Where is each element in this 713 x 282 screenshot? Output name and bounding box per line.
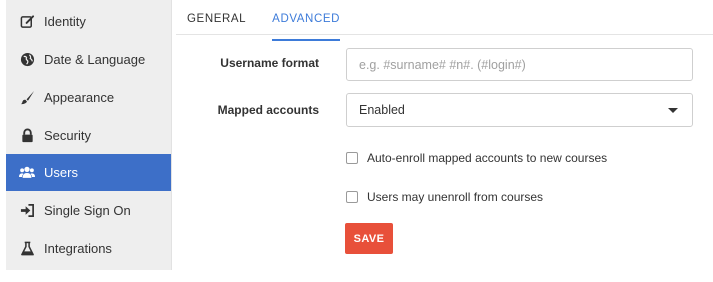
sidebar-item-label: Users xyxy=(44,165,78,180)
username-format-input[interactable] xyxy=(346,48,693,81)
sidebar-item-users[interactable]: Users xyxy=(6,154,171,191)
auto-enroll-label[interactable]: Auto-enroll mapped accounts to new cours… xyxy=(367,151,607,165)
sidebar-item-label: Appearance xyxy=(44,90,115,105)
sidebar-item-date-language[interactable]: Date & Language xyxy=(6,41,171,78)
auto-enroll-checkbox[interactable] xyxy=(346,152,358,164)
allow-unenroll-option: Users may unenroll from courses xyxy=(346,190,543,204)
save-button[interactable]: SAVE xyxy=(345,223,393,254)
tab-divider xyxy=(176,34,713,35)
sidebar-item-appearance[interactable]: Appearance xyxy=(6,79,171,116)
settings-tabs: GENERAL ADVANCED xyxy=(187,13,340,41)
flask-icon xyxy=(19,241,35,257)
sidebar-item-integrations[interactable]: Integrations xyxy=(6,230,171,267)
sidebar-item-label: Identity xyxy=(44,14,86,29)
auto-enroll-option: Auto-enroll mapped accounts to new cours… xyxy=(346,151,607,165)
settings-page: Identity Date & Language Appearance Secu… xyxy=(0,0,713,282)
mapped-accounts-label: Mapped accounts xyxy=(217,103,319,117)
sidebar-item-security[interactable]: Security xyxy=(6,117,171,154)
allow-unenroll-checkbox[interactable] xyxy=(346,191,358,203)
brush-icon xyxy=(19,90,35,106)
sidebar-item-label: Single Sign On xyxy=(44,203,131,218)
sidebar-item-label: Integrations xyxy=(44,241,112,256)
sign-in-icon xyxy=(19,203,35,219)
sidebar-item-identity[interactable]: Identity xyxy=(6,3,171,40)
tab-advanced[interactable]: ADVANCED xyxy=(272,13,340,41)
mapped-accounts-select[interactable]: Enabled xyxy=(346,93,693,127)
sidebar-item-label: Security xyxy=(44,128,91,143)
sidebar-item-label: Date & Language xyxy=(44,52,146,67)
settings-sidebar: Identity Date & Language Appearance Secu… xyxy=(6,0,172,270)
edit-icon xyxy=(19,14,35,30)
sidebar-item-single-sign-on[interactable]: Single Sign On xyxy=(6,192,171,229)
mapped-accounts-value: Enabled xyxy=(359,103,405,117)
globe-icon xyxy=(19,52,35,68)
caret-down-icon xyxy=(668,107,678,113)
lock-icon xyxy=(19,128,35,144)
tab-general[interactable]: GENERAL xyxy=(187,13,246,33)
users-icon xyxy=(19,165,35,181)
username-format-label: Username format xyxy=(220,56,319,70)
allow-unenroll-label[interactable]: Users may unenroll from courses xyxy=(367,190,543,204)
